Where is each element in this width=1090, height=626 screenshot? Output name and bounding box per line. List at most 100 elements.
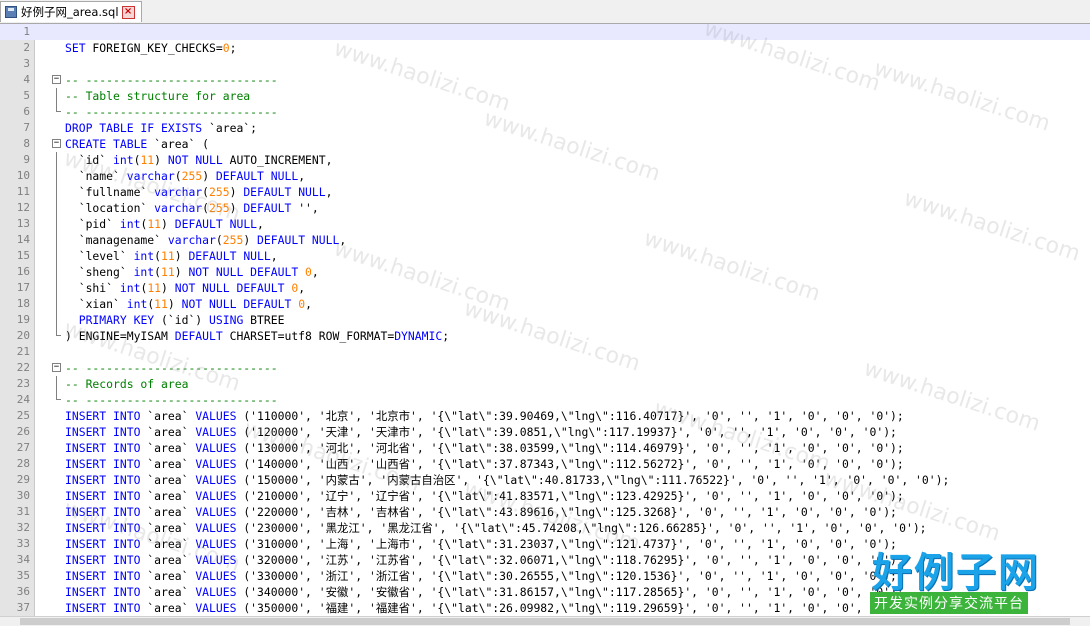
- line-code: -- ----------------------------: [65, 392, 278, 408]
- code-lines: 1 2 SET FOREIGN_KEY_CHECKS=0; 3 4 − -- -------…: [0, 24, 1090, 616]
- line-number: 18: [16, 297, 30, 310]
- code-line[interactable]: 1: [0, 24, 1090, 40]
- code-line[interactable]: 19 PRIMARY KEY (`id`) USING BTREE: [0, 312, 1090, 328]
- code-line[interactable]: 2 SET FOREIGN_KEY_CHECKS=0;: [0, 40, 1090, 56]
- code-line[interactable]: 24 -- ----------------------------: [0, 392, 1090, 408]
- code-token: int: [133, 265, 155, 279]
- code-line[interactable]: 18 `xian` int(11) NOT NULL DEFAULT 0,: [0, 296, 1090, 312]
- code-line[interactable]: 10 `name` varchar(255) DEFAULT NULL,: [0, 168, 1090, 184]
- code-line[interactable]: 22 − -- ----------------------------: [0, 360, 1090, 376]
- code-token: ): [229, 185, 244, 199]
- line-number: 36: [16, 585, 30, 598]
- code-token: `area`: [140, 441, 196, 455]
- line-number: 33: [16, 537, 30, 550]
- code-token: ,: [311, 265, 319, 279]
- line-code: -- ----------------------------: [65, 104, 278, 120]
- tab-area-sql[interactable]: 好例子网_area.sql ×: [0, 1, 142, 22]
- line-code: INSERT INTO `area` VALUES ('230000', '黑龙…: [65, 520, 927, 536]
- code-line[interactable]: 32 INSERT INTO `area` VALUES ('230000', '…: [0, 520, 1090, 536]
- code-token: ('310000', '上海', '上海市', '{\"lat\":31.230…: [236, 537, 897, 551]
- code-line[interactable]: 16 `sheng` int(11) NOT NULL DEFAULT 0,: [0, 264, 1090, 280]
- code-token: `xian`: [65, 297, 127, 311]
- code-line[interactable]: 27 INSERT INTO `area` VALUES ('130000', '…: [0, 440, 1090, 456]
- line-number: 16: [16, 265, 30, 278]
- code-line[interactable]: 8 − CREATE TABLE `area` (: [0, 136, 1090, 152]
- code-token: DEFAULT NULL: [215, 169, 299, 183]
- line-code: PRIMARY KEY (`id`) USING BTREE: [65, 312, 285, 328]
- code-token: BTREE: [243, 313, 285, 327]
- code-token: INSERT INTO: [65, 553, 141, 567]
- code-token: PRIMARY KEY: [78, 313, 155, 327]
- code-line[interactable]: 29 INSERT INTO `area` VALUES ('150000', '…: [0, 472, 1090, 488]
- line-number: 11: [16, 185, 30, 198]
- code-token: ,: [339, 233, 347, 247]
- line-number: 3: [23, 57, 30, 70]
- code-line[interactable]: 14 `managename` varchar(255) DEFAULT NUL…: [0, 232, 1090, 248]
- code-token: CREATE TABLE: [65, 137, 148, 151]
- code-line[interactable]: 6 -- ----------------------------: [0, 104, 1090, 120]
- code-token: FOREIGN_KEY_CHECKS=: [85, 41, 223, 55]
- code-token: INSERT INTO: [65, 569, 141, 583]
- code-token: NOT NULL DEFAULT: [181, 297, 292, 311]
- code-line[interactable]: 26 INSERT INTO `area` VALUES ('120000', '…: [0, 424, 1090, 440]
- line-code: `shi` int(11) NOT NULL DEFAULT 0,: [65, 280, 305, 296]
- code-token: int: [126, 297, 148, 311]
- code-token: `area`: [140, 553, 196, 567]
- code-line[interactable]: 25 INSERT INTO `area` VALUES ('110000', '…: [0, 408, 1090, 424]
- code-token: int: [119, 217, 141, 231]
- code-token: VALUES: [195, 425, 237, 439]
- code-line[interactable]: 31 INSERT INTO `area` VALUES ('220000', '…: [0, 504, 1090, 520]
- code-line[interactable]: 30 INSERT INTO `area` VALUES ('210000', '…: [0, 488, 1090, 504]
- code-line[interactable]: 3: [0, 56, 1090, 72]
- line-number: 15: [16, 249, 30, 262]
- code-token: -- Records of area: [65, 377, 189, 391]
- code-line[interactable]: 4 − -- ----------------------------: [0, 72, 1090, 88]
- code-line[interactable]: 17 `shi` int(11) NOT NULL DEFAULT 0,: [0, 280, 1090, 296]
- fold-toggle-icon[interactable]: −: [52, 363, 61, 372]
- code-token: ;: [442, 329, 450, 343]
- code-token: VALUES: [195, 521, 237, 535]
- code-token: ('110000', '北京', '北京市', '{\"lat\":39.904…: [236, 409, 904, 423]
- line-code: `name` varchar(255) DEFAULT NULL,: [65, 168, 305, 184]
- code-token: INSERT INTO: [65, 505, 141, 519]
- code-line[interactable]: 12 `location` varchar(255) DEFAULT '',: [0, 200, 1090, 216]
- close-icon[interactable]: ×: [121, 5, 135, 19]
- fold-toggle-icon[interactable]: −: [52, 139, 61, 148]
- code-token: ) ENGINE=MyISAM: [65, 329, 175, 343]
- line-number: 25: [16, 409, 30, 422]
- code-line[interactable]: 15 `level` int(11) DEFAULT NULL,: [0, 248, 1090, 264]
- code-token: DEFAULT: [243, 201, 292, 215]
- code-token: `area`: [140, 601, 196, 615]
- code-token: ('220000', '吉林', '吉林省', '{\"lat\":43.896…: [236, 505, 897, 519]
- code-line[interactable]: 28 INSERT INTO `area` VALUES ('140000', '…: [0, 456, 1090, 472]
- code-token: ,: [305, 297, 312, 311]
- line-number: 14: [16, 233, 30, 246]
- code-line[interactable]: 9 `id` int(11) NOT NULL AUTO_INCREMENT,: [0, 152, 1090, 168]
- code-editor[interactable]: 1 2 SET FOREIGN_KEY_CHECKS=0; 3 4 − -- -------…: [0, 24, 1090, 616]
- line-code: INSERT INTO `area` VALUES ('220000', '吉林…: [65, 504, 897, 520]
- fold-guide: [56, 200, 57, 216]
- code-line[interactable]: 21: [0, 344, 1090, 360]
- code-token: INSERT INTO: [65, 409, 141, 423]
- scrollbar-thumb[interactable]: [20, 618, 1070, 625]
- fold-guide: [56, 296, 57, 312]
- line-number: 17: [16, 281, 30, 294]
- code-line[interactable]: 7 DROP TABLE IF EXISTS `area`;: [0, 120, 1090, 136]
- code-line[interactable]: 20) ENGINE=MyISAM DEFAULT CHARSET=utf8 R…: [0, 328, 1090, 344]
- code-token: ): [229, 201, 244, 215]
- fold-toggle-icon[interactable]: −: [52, 75, 61, 84]
- line-number: 4: [23, 73, 30, 86]
- code-token: varchar: [126, 169, 175, 183]
- fold-guide: [56, 248, 57, 264]
- code-token: int: [113, 153, 134, 167]
- code-token: ('150000', '内蒙古', '内蒙古自治区', '{\"lat\":40…: [236, 473, 950, 487]
- code-token: ('320000', '江苏', '江苏省', '{\"lat\":32.060…: [236, 553, 904, 567]
- code-token: `area`;: [202, 121, 258, 135]
- fold-guide: [56, 216, 57, 232]
- code-line[interactable]: 23 -- Records of area: [0, 376, 1090, 392]
- line-number: 9: [23, 153, 30, 166]
- code-line[interactable]: 13 `pid` int(11) DEFAULT NULL,: [0, 216, 1090, 232]
- code-line[interactable]: 5 -- Table structure for area: [0, 88, 1090, 104]
- line-number: 6: [23, 105, 30, 118]
- code-line[interactable]: 11 `fullname` varchar(255) DEFAULT NULL,: [0, 184, 1090, 200]
